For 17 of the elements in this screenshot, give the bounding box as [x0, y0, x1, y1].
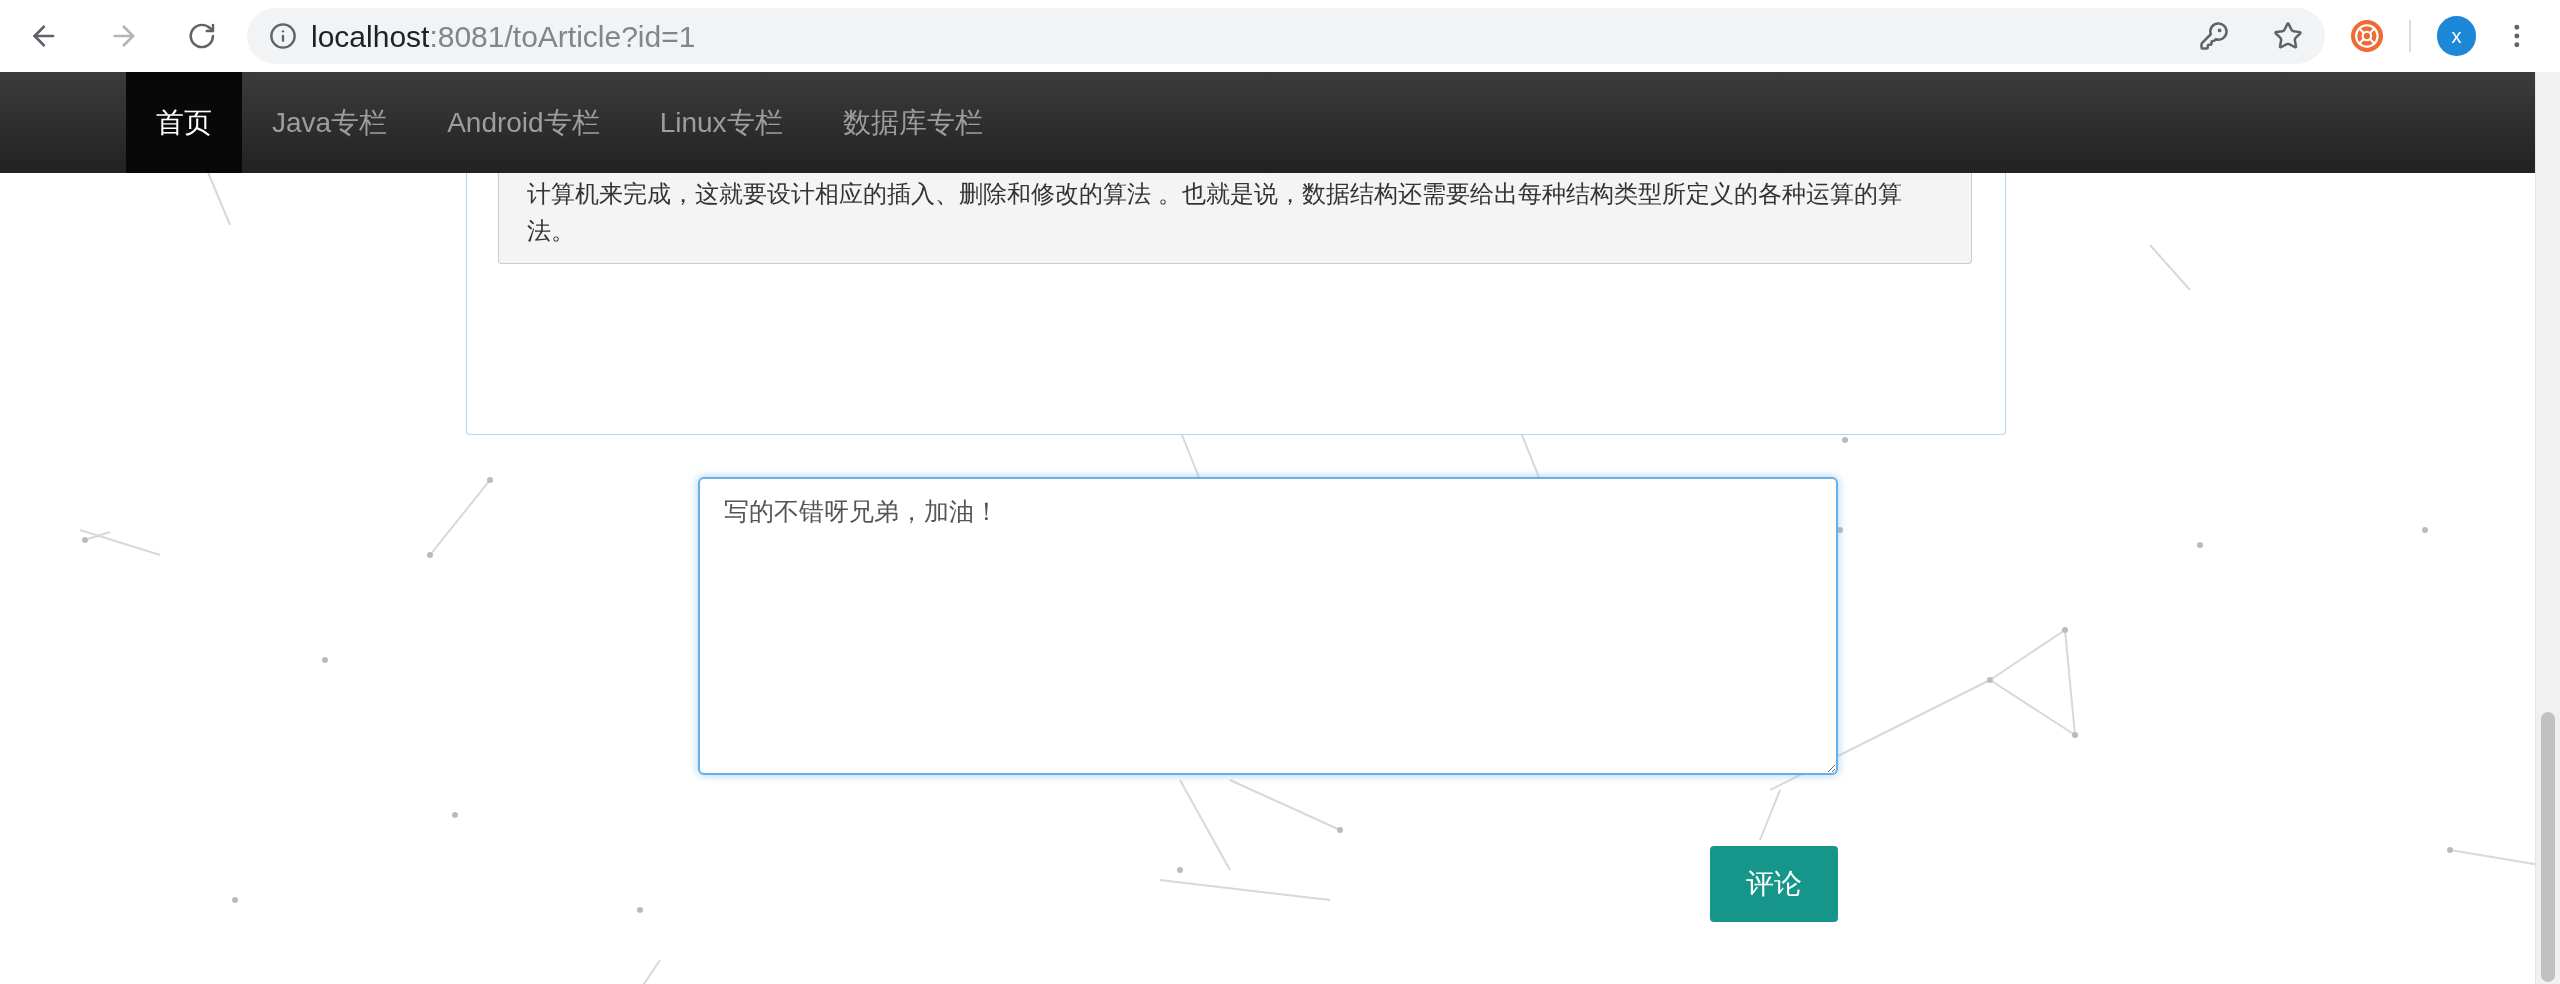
- address-bar[interactable]: localhost:8081/toArticle?id=1: [247, 8, 2326, 64]
- url-text: localhost:8081/toArticle?id=1: [311, 18, 697, 55]
- extension-icon[interactable]: [2351, 20, 2383, 52]
- nav-item[interactable]: 首页: [126, 72, 242, 173]
- nav-item[interactable]: Java专栏: [242, 72, 418, 173]
- key-icon[interactable]: [2199, 21, 2230, 51]
- article-quote: 计算机来完成，这就要设计相应的插入、删除和修改的算法 。也就是说，数据结构还需要给出每种结构类型所定义的各种运算的算法。: [498, 173, 1972, 264]
- info-icon: [269, 22, 297, 50]
- reload-icon[interactable]: [187, 21, 217, 51]
- nav-item[interactable]: Android专栏: [417, 72, 630, 173]
- comment-field[interactable]: 写的不错呀兄弟，加油！: [697, 477, 1838, 775]
- nav-item[interactable]: Linux专栏: [629, 72, 813, 173]
- profile-avatar[interactable]: x: [2436, 16, 2477, 56]
- scrollbar[interactable]: [2535, 72, 2560, 984]
- nav-item[interactable]: 数据库专栏: [812, 72, 1013, 173]
- star-icon[interactable]: [2273, 21, 2304, 51]
- comment-button[interactable]: 评论: [1709, 846, 1838, 922]
